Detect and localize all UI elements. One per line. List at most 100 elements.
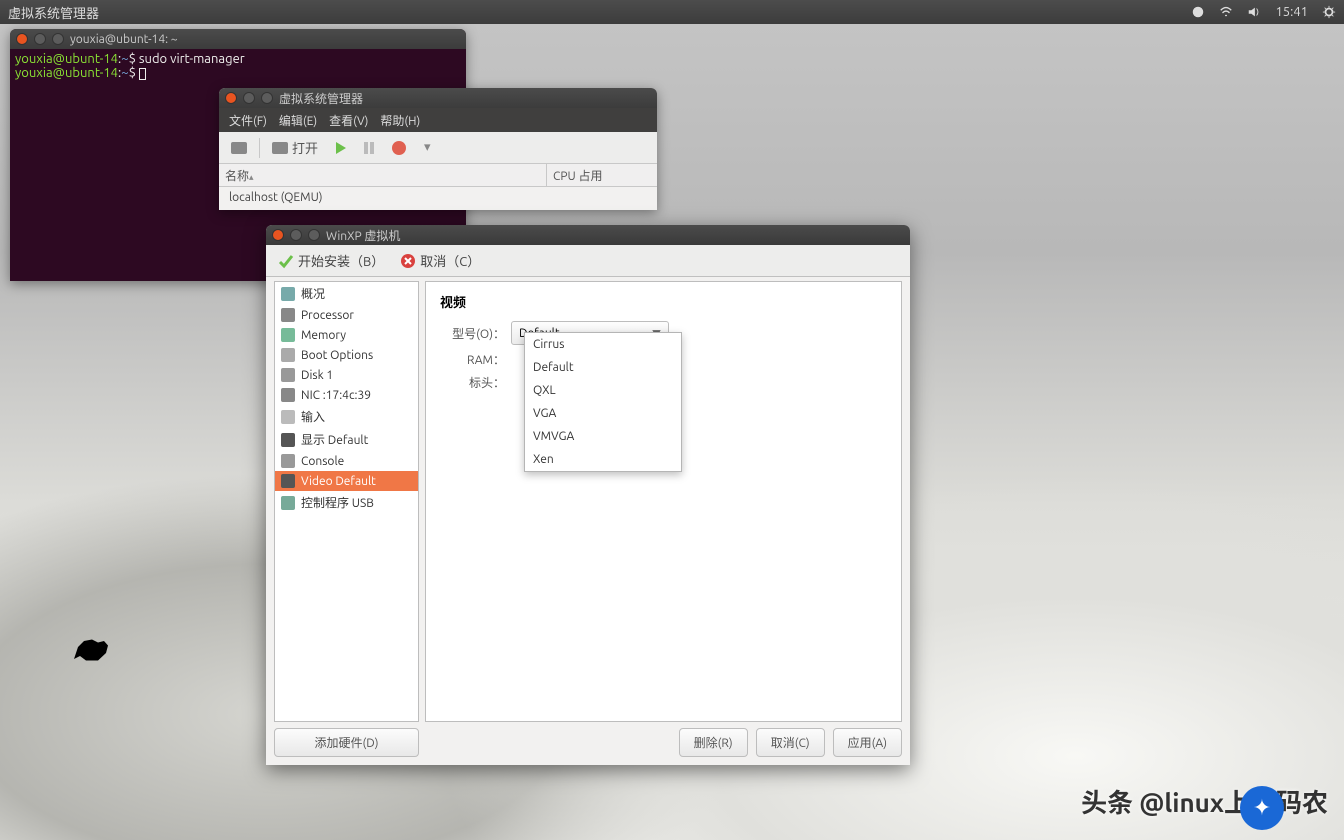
col-name[interactable]: 名称: [225, 170, 249, 183]
wifi-icon[interactable]: [1219, 5, 1233, 19]
hw-item-processor[interactable]: Processor: [275, 305, 418, 325]
power-icon: [392, 141, 406, 155]
cursor-icon: [139, 68, 146, 80]
col-cpu[interactable]: CPU 占用: [553, 170, 602, 183]
new-vm-button[interactable]: [225, 139, 253, 157]
hw-item--[interactable]: 概况: [275, 282, 418, 305]
hw-item--default[interactable]: 显示 Default: [275, 428, 418, 451]
heads-label: 标头：: [440, 374, 505, 391]
hw-item-label: Processor: [301, 309, 354, 322]
option-vga[interactable]: VGA: [525, 402, 681, 425]
virtmgr-title: 虚拟系统管理器: [279, 90, 363, 107]
cancel-icon: [400, 253, 416, 269]
virt-manager-window[interactable]: 虚拟系统管理器 文件(F) 编辑(E) 查看(V) 帮助(H) 打开 ▾ 名称▴…: [219, 88, 657, 210]
maximize-icon[interactable]: [261, 92, 273, 104]
hw-item-boot-options[interactable]: Boot Options: [275, 345, 418, 365]
top-panel: 虚拟系统管理器 15:41: [0, 0, 1344, 24]
close-icon[interactable]: [16, 33, 28, 45]
column-headers: 名称▴ CPU 占用: [219, 164, 657, 187]
gear-icon[interactable]: [1322, 5, 1336, 19]
ram-label: RAM：: [440, 351, 505, 368]
option-xen[interactable]: Xen: [525, 448, 681, 471]
menu-edit[interactable]: 编辑(E): [275, 110, 321, 131]
minimize-icon[interactable]: [34, 33, 46, 45]
vm-actions-bar: 开始安装（B） 取消（C）: [266, 245, 910, 277]
menu-file[interactable]: 文件(F): [225, 110, 271, 131]
close-icon[interactable]: [225, 92, 237, 104]
hardware-panel: 视频 型号(O)： Default ▼ RAM： 标头： CirrusDefau…: [425, 281, 902, 722]
shutdown-dropdown[interactable]: ▾: [418, 137, 437, 158]
check-icon: [278, 253, 294, 269]
cancel-button[interactable]: 取消(C): [756, 728, 825, 757]
device-icon: [281, 308, 295, 322]
hw-item-label: NIC :17:4c:39: [301, 389, 371, 402]
terminal-body[interactable]: youxia@ubunt-14:~$ sudo virt-manager you…: [10, 49, 466, 83]
hw-item-memory[interactable]: Memory: [275, 325, 418, 345]
hw-item-label: Boot Options: [301, 349, 373, 362]
minimize-icon[interactable]: [243, 92, 255, 104]
device-icon: [281, 410, 295, 424]
menu-help[interactable]: 帮助(H): [376, 110, 424, 131]
hw-item-label: 概况: [301, 285, 325, 302]
hw-item-label: 显示 Default: [301, 431, 368, 448]
pause-icon: [364, 142, 374, 154]
menu-view[interactable]: 查看(V): [325, 110, 372, 131]
connection-row[interactable]: localhost (QEMU): [219, 187, 657, 208]
device-icon: [281, 388, 295, 402]
vmdetails-title: WinXP 虚拟机: [326, 227, 400, 244]
device-icon: [281, 368, 295, 382]
vmdetails-titlebar[interactable]: WinXP 虚拟机: [266, 225, 910, 245]
hw-item-disk-1[interactable]: Disk 1: [275, 365, 418, 385]
maximize-icon[interactable]: [308, 229, 320, 241]
remove-button[interactable]: 删除(R): [679, 728, 748, 757]
option-default[interactable]: Default: [525, 356, 681, 379]
hardware-list[interactable]: 概况 Processor Memory Boot Options Disk 1 NIC :…: [274, 281, 419, 722]
option-qxl[interactable]: QXL: [525, 379, 681, 402]
maximize-icon[interactable]: [52, 33, 64, 45]
pause-button[interactable]: [358, 139, 380, 157]
hw-item--usb[interactable]: 控制程序 USB: [275, 491, 418, 514]
panel-app-title: 虚拟系统管理器: [8, 3, 1191, 22]
hw-item-label: Disk 1: [301, 369, 333, 382]
terminal-titlebar[interactable]: youxia@ubunt-14: ~: [10, 29, 466, 49]
hw-item-video-default[interactable]: Video Default: [275, 471, 418, 491]
hw-item-console[interactable]: Console: [275, 451, 418, 471]
option-vmvga[interactable]: VMVGA: [525, 425, 681, 448]
dialog-footer: 删除(R) 取消(C) 应用(A): [425, 728, 902, 757]
device-icon: [281, 348, 295, 362]
minimize-icon[interactable]: [290, 229, 302, 241]
apply-button[interactable]: 应用(A): [833, 728, 902, 757]
hw-item--[interactable]: 输入: [275, 405, 418, 428]
device-icon: [281, 474, 295, 488]
vm-details-window[interactable]: WinXP 虚拟机 开始安装（B） 取消（C） 概况 Processor Memor…: [266, 225, 910, 765]
begin-install-button[interactable]: 开始安装（B）: [278, 251, 384, 270]
hw-item-label: Video Default: [301, 475, 376, 488]
toolbar: 打开 ▾: [219, 132, 657, 164]
tux-icon[interactable]: [1191, 5, 1205, 19]
cancel-install-button[interactable]: 取消（C）: [400, 251, 480, 270]
monitor-icon: [231, 142, 247, 154]
shutdown-button[interactable]: [386, 138, 412, 158]
hw-item-label: 控制程序 USB: [301, 494, 374, 511]
device-icon: [281, 328, 295, 342]
sort-asc-icon[interactable]: ▴: [249, 172, 254, 182]
add-hardware-button[interactable]: 添加硬件(D): [274, 728, 419, 757]
hw-item-nic-17-4c-39[interactable]: NIC :17:4c:39: [275, 385, 418, 405]
panel-heading: 视频: [440, 292, 887, 311]
watermark-logo-icon: ✦: [1240, 786, 1284, 830]
model-dropdown[interactable]: CirrusDefaultQXLVGAVMVGAXen: [524, 332, 682, 472]
play-icon: [336, 142, 346, 154]
model-label: 型号(O)：: [440, 325, 505, 342]
option-cirrus[interactable]: Cirrus: [525, 333, 681, 356]
device-icon: [281, 433, 295, 447]
hw-item-label: Memory: [301, 329, 346, 342]
virtmgr-titlebar[interactable]: 虚拟系统管理器: [219, 88, 657, 108]
close-icon[interactable]: [272, 229, 284, 241]
volume-icon[interactable]: [1247, 5, 1261, 19]
run-button[interactable]: [330, 139, 352, 157]
open-button[interactable]: 打开: [266, 135, 324, 160]
clock[interactable]: 15:41: [1275, 5, 1308, 19]
monitor-icon: [272, 142, 288, 154]
device-icon: [281, 454, 295, 468]
device-icon: [281, 287, 295, 301]
